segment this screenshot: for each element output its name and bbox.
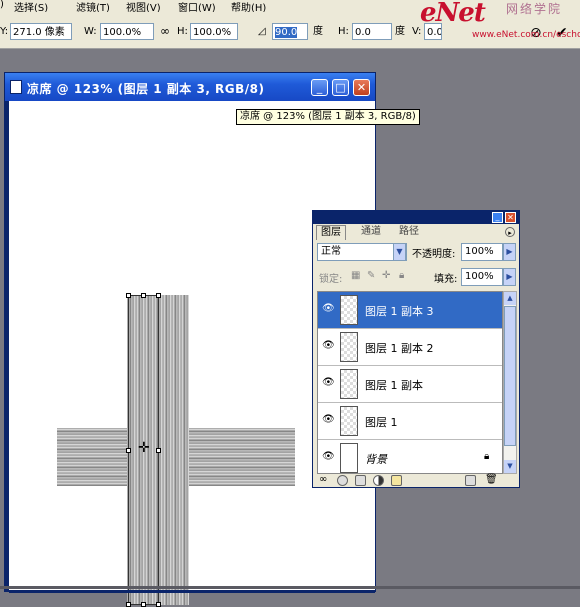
close-button[interactable]: ✕ — [353, 79, 370, 96]
layer-row[interactable]: 👁︎ 图层 1 — [318, 403, 502, 440]
maximize-button[interactable]: □ — [332, 79, 349, 96]
height-label: H: — [177, 26, 188, 37]
visibility-eye-icon[interactable]: 👁︎ — [322, 341, 335, 351]
menu-select-partial[interactable]: ) — [0, 0, 4, 10]
lock-label: 锁定: — [319, 274, 343, 285]
new-group-icon[interactable] — [391, 475, 402, 486]
visibility-eye-icon[interactable]: 👁︎ — [322, 415, 335, 425]
lock-image-icon[interactable]: ✎ — [367, 270, 375, 281]
tab-channels[interactable]: 通道 — [357, 225, 385, 239]
layers-panel-footer: ∞ 🗑︎ — [317, 474, 517, 487]
panel-minimize-button[interactable]: _ — [492, 212, 503, 223]
tab-layers[interactable]: 图层 — [316, 225, 346, 240]
opacity-slider-icon[interactable]: ▶ — [503, 243, 516, 261]
hskew-unit: 度 — [395, 26, 405, 37]
layer-row[interactable]: 👁︎ 图层 1 副本 2 — [318, 329, 502, 366]
hskew-label: H: — [338, 26, 349, 37]
layer-row[interactable]: 👁︎ 背景 🔒︎ — [318, 440, 502, 473]
enet-watermark: eNet 网络学院 www.eNet.com.cn/eschool — [420, 0, 580, 48]
layer-row[interactable]: 👁︎ 图层 1 副本 3 — [318, 292, 502, 329]
lock-transparency-icon[interactable]: ▦ — [351, 270, 360, 281]
layers-panel-titlebar[interactable]: _ ✕ — [313, 211, 519, 224]
transform-handle-bottom[interactable] — [141, 602, 146, 607]
transform-handle-top-right[interactable] — [156, 293, 161, 298]
transform-center-icon[interactable]: ✛ — [138, 441, 150, 455]
add-mask-icon[interactable] — [355, 475, 366, 486]
layer-thumbnail — [340, 369, 358, 399]
blend-mode-value: 正常 — [321, 246, 341, 257]
layer-style-icon[interactable] — [337, 475, 348, 486]
document-title-tooltip: 凉席 @ 123% (图层 1 副本 3, RGB/8) — [236, 109, 420, 125]
rotation-angle-field[interactable]: 90.0 — [272, 23, 308, 40]
transform-handle-top-left[interactable] — [126, 293, 131, 298]
lock-all-icon[interactable]: 🔒︎ — [399, 270, 404, 281]
panel-menu-icon[interactable]: ▸ — [505, 227, 515, 237]
scroll-down-icon[interactable]: ▼ — [504, 460, 516, 473]
blend-mode-dropdown-icon[interactable]: ▼ — [393, 243, 406, 261]
x-position-field[interactable]: 271.0 像素 — [10, 23, 72, 40]
minimize-button[interactable]: _ — [311, 79, 328, 96]
enet-logo: eNet — [420, 0, 486, 28]
transform-handle-right[interactable] — [156, 448, 161, 453]
layer-name: 背景 — [365, 453, 387, 466]
layers-list: 👁︎ 图层 1 副本 3 👁︎ 图层 1 副本 2 👁︎ 图层 1 副本 👁︎ … — [317, 291, 503, 474]
document-titlebar[interactable]: 凉席 @ 123% (图层 1 副本 3, RGB/8) _ □ ✕ — [5, 73, 375, 101]
layer-thumbnail — [340, 443, 358, 473]
panel-close-button[interactable]: ✕ — [505, 212, 516, 223]
angle-unit: 度 — [313, 26, 323, 37]
visibility-eye-icon[interactable]: 👁︎ — [322, 304, 335, 314]
opacity-field[interactable]: 100% — [461, 243, 503, 261]
document-bottom-border — [9, 590, 375, 593]
fill-label: 填充: — [434, 274, 458, 285]
lock-position-icon[interactable]: ✛ — [382, 270, 390, 281]
visibility-eye-icon[interactable]: 👁︎ — [322, 378, 335, 388]
link-icon[interactable]: ∞ — [160, 23, 170, 40]
layer-thumbnail — [340, 406, 358, 436]
layers-scrollbar[interactable]: ▲ ▼ — [503, 291, 517, 474]
layer-name: 图层 1 副本 2 — [365, 342, 434, 355]
x-label: Y: — [0, 26, 9, 37]
scroll-up-icon[interactable]: ▲ — [504, 292, 516, 305]
transform-handle-bottom-right[interactable] — [156, 602, 161, 607]
transform-handle-top[interactable] — [141, 293, 146, 298]
enet-url: www.eNet.com.cn/eschool — [472, 30, 580, 40]
angle-icon: ◿ — [258, 26, 266, 37]
layer-lock-icon: 🔒︎ — [484, 451, 490, 462]
document-icon — [10, 80, 22, 94]
document-title: 凉席 @ 123% (图层 1 副本 3, RGB/8) — [27, 82, 265, 96]
fill-field[interactable]: 100% — [461, 268, 503, 286]
adjustment-layer-icon[interactable] — [373, 475, 384, 486]
link-layers-icon[interactable]: ∞ — [319, 474, 327, 485]
opacity-label: 不透明度: — [412, 249, 456, 260]
scroll-thumb[interactable] — [504, 306, 516, 446]
layer-name: 图层 1 — [365, 416, 398, 429]
width-label: W: — [84, 26, 97, 37]
tab-paths[interactable]: 路径 — [395, 225, 423, 239]
fill-slider-icon[interactable]: ▶ — [503, 268, 516, 286]
layer-thumbnail — [340, 295, 358, 325]
layer-name: 图层 1 副本 3 — [365, 305, 434, 318]
layers-panel: _ ✕ 图层 通道 路径 ▸ 正常 ▼ 不透明度: 100% ▶ 锁定: ▦ ✎… — [312, 210, 520, 488]
layer-name: 图层 1 副本 — [365, 379, 423, 392]
angle-value: 90.0 — [275, 27, 298, 38]
layer-thumbnail — [340, 332, 358, 362]
transform-handle-bottom-left[interactable] — [126, 602, 131, 607]
layer-row[interactable]: 👁︎ 图层 1 副本 — [318, 366, 502, 403]
transform-handle-left[interactable] — [126, 448, 131, 453]
width-field[interactable]: 100.0% — [100, 23, 154, 40]
visibility-eye-icon[interactable]: 👁︎ — [322, 452, 335, 462]
new-layer-icon[interactable] — [465, 475, 476, 486]
delete-layer-icon[interactable]: 🗑︎ — [485, 474, 498, 485]
height-field[interactable]: 100.0% — [190, 23, 238, 40]
enet-chinese-title: 网络学院 — [506, 2, 563, 16]
horizontal-skew-field[interactable]: 0.0 — [352, 23, 392, 40]
